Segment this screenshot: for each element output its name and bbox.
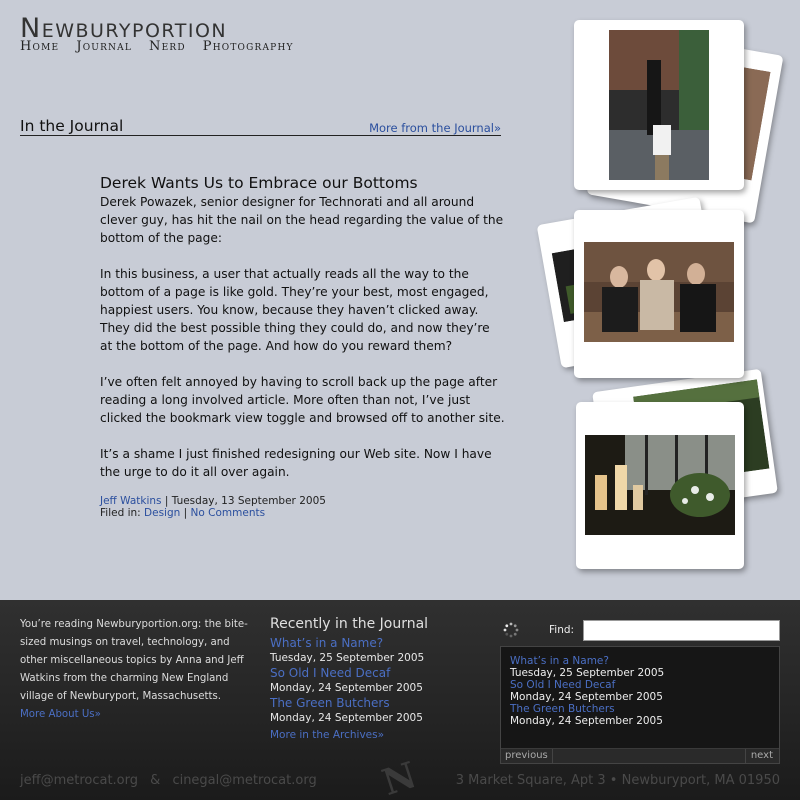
- nav-home[interactable]: Home: [20, 39, 59, 54]
- result-date: Monday, 24 September 2005: [510, 715, 663, 727]
- article-quote: In this business, a user that actually r…: [100, 267, 490, 353]
- results-list: What’s in a Name? Tuesday, 25 September …: [510, 655, 664, 727]
- next-button[interactable]: next: [751, 750, 773, 761]
- section-heading: In the Journal More from the Journal»: [20, 117, 501, 136]
- result-link[interactable]: What’s in a Name?: [510, 655, 664, 667]
- footer-logo: N: [377, 753, 422, 800]
- result-link[interactable]: So Old I Need Decaf: [510, 679, 664, 691]
- article-date: Tuesday, 13 September 2005: [171, 495, 326, 507]
- footer-address: 3 Market Square, Apt 3 • Newburyport, MA…: [455, 773, 780, 788]
- recent-item-link[interactable]: The Green Butchers: [270, 696, 490, 710]
- footer-contact: jeff@metrocat.org & cinegal@metrocat.org: [20, 773, 317, 788]
- recent-item-link[interactable]: So Old I Need Decaf: [270, 666, 490, 680]
- footer-about: You’re reading Newburyportion.org: the b…: [20, 616, 255, 724]
- results-pagination: previous next: [501, 748, 779, 764]
- article-title[interactable]: Derek Wants Us to Embrace our Bottoms: [100, 173, 505, 193]
- polaroid-photo-1[interactable]: [574, 20, 744, 190]
- photo-three-women: [584, 242, 734, 342]
- about-text: You’re reading Newburyportion.org: the b…: [20, 619, 248, 702]
- article-paragraph: I’ve often felt annoyed by having to scr…: [100, 375, 505, 425]
- nav-photography[interactable]: Photography: [203, 39, 294, 54]
- filed-in-label: Filed in:: [100, 507, 141, 519]
- find-label: Find:: [549, 624, 575, 636]
- result-link[interactable]: The Green Butchers: [510, 703, 664, 715]
- meta-separator: |: [183, 507, 188, 519]
- email-link[interactable]: cinegal@metrocat.org: [172, 773, 316, 788]
- result-date: Tuesday, 25 September 2005: [510, 667, 665, 679]
- contact-amp: &: [150, 773, 161, 788]
- article-paragraph: It’s a shame I just finished redesigning…: [100, 447, 492, 479]
- nav-journal[interactable]: Journal: [76, 39, 132, 54]
- site-nav: Home Journal Nerd Photography: [20, 39, 294, 54]
- photo-candles-window: [585, 435, 735, 535]
- previous-button[interactable]: previous: [505, 750, 548, 761]
- meta-separator: |: [164, 495, 169, 507]
- article: Derek Wants Us to Embrace our Bottoms De…: [100, 173, 505, 519]
- recent-item-link[interactable]: What’s in a Name?: [270, 636, 490, 650]
- section-title: In the Journal: [20, 117, 124, 135]
- polaroid-photo-3[interactable]: [576, 402, 744, 569]
- more-from-journal-link[interactable]: More from the Journal»: [369, 121, 501, 135]
- recent-item-date: Monday, 24 September 2005: [270, 712, 423, 724]
- recent-item-date: Tuesday, 25 September 2005: [270, 652, 425, 664]
- photo-street-figure: [609, 30, 709, 180]
- more-in-archives-link[interactable]: More in the Archives»: [270, 729, 490, 741]
- search-input[interactable]: [583, 620, 780, 641]
- pagination-divider: [552, 749, 553, 764]
- comments-link[interactable]: No Comments: [191, 507, 266, 519]
- result-date: Monday, 24 September 2005: [510, 691, 663, 703]
- article-meta: Jeff Watkins | Tuesday, 13 September 200…: [100, 495, 505, 519]
- more-about-us-link[interactable]: More About Us»: [20, 706, 255, 724]
- recent-journal: Recently in the Journal What’s in a Name…: [270, 616, 490, 741]
- nav-nerd[interactable]: Nerd: [149, 39, 186, 54]
- pagination-divider: [745, 749, 746, 764]
- polaroid-photo-2[interactable]: [574, 210, 744, 378]
- article-paragraph: Derek Powazek, senior designer for Techn…: [100, 195, 504, 245]
- search-results-panel: What’s in a Name? Tuesday, 25 September …: [500, 646, 780, 764]
- footer: You’re reading Newburyportion.org: the b…: [0, 600, 800, 800]
- author-link[interactable]: Jeff Watkins: [100, 495, 162, 507]
- category-link[interactable]: Design: [144, 507, 180, 519]
- recent-heading: Recently in the Journal: [270, 616, 429, 632]
- loading-spinner-icon: [503, 622, 519, 638]
- recent-item-date: Monday, 24 September 2005: [270, 682, 423, 694]
- email-link[interactable]: jeff@metrocat.org: [20, 773, 138, 788]
